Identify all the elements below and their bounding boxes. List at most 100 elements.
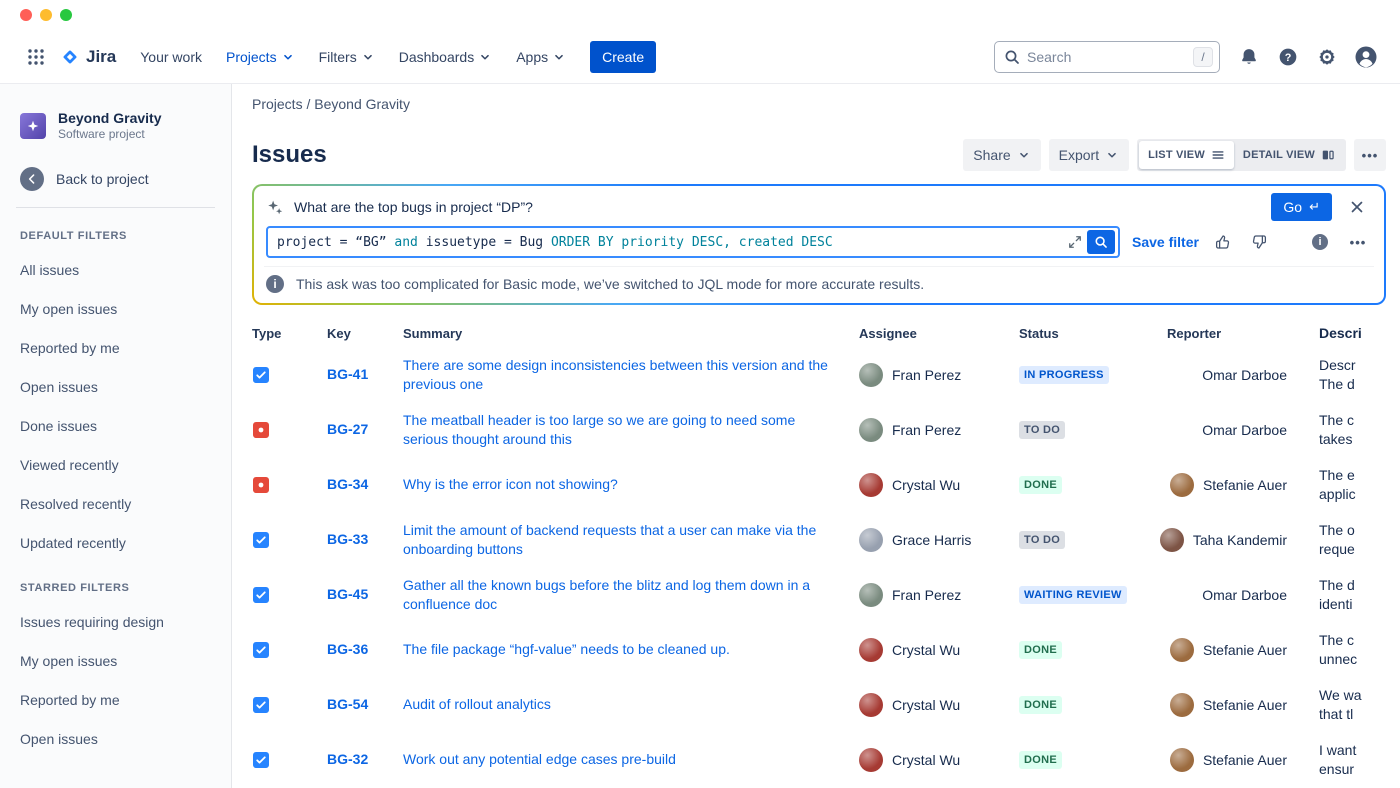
- ai-question-text[interactable]: What are the top bugs in project “DP”?: [294, 199, 1261, 215]
- back-to-project-label: Back to project: [56, 171, 149, 187]
- detail-view-button[interactable]: DETAIL VIEW: [1234, 141, 1344, 169]
- sidebar-item-viewed-recently[interactable]: Viewed recently: [0, 445, 231, 484]
- chevron-down-icon: [281, 50, 295, 64]
- sidebar-item-done-issues[interactable]: Done issues: [0, 406, 231, 445]
- jira-logo-text: Jira: [86, 47, 116, 67]
- issue-key-link[interactable]: BG-34: [327, 476, 368, 492]
- issue-key-link[interactable]: BG-33: [327, 531, 368, 547]
- issue-summary-cell: Limit the amount of backend requests tha…: [403, 521, 859, 559]
- issues-table: TypeKeySummaryAssigneeStatusReporterDesc…: [252, 319, 1386, 787]
- slash-shortcut-badge: /: [1193, 47, 1213, 67]
- issue-type-cell: [252, 477, 327, 493]
- svg-text:?: ?: [1285, 51, 1292, 63]
- help-icon[interactable]: ?: [1272, 41, 1304, 73]
- sidebar-item-open-issues[interactable]: Open issues: [0, 719, 231, 758]
- issue-summary-link[interactable]: There are some design inconsistencies be…: [403, 356, 859, 394]
- jql-search-button[interactable]: [1087, 230, 1115, 254]
- back-to-project-button[interactable]: Back to project: [0, 159, 231, 199]
- return-key-icon: ↵: [1309, 200, 1320, 215]
- nav-item-filters[interactable]: Filters: [309, 43, 385, 71]
- assignee-name: Fran Perez: [892, 422, 961, 438]
- jql-input[interactable]: project = “BG” and issuetype = Bug ORDER…: [266, 226, 1120, 258]
- nav-item-dashboards[interactable]: Dashboards: [389, 43, 503, 71]
- description-line: Descr: [1319, 356, 1386, 375]
- reporter-cell: Stefanie Auer: [1167, 473, 1303, 497]
- issue-key-cell: BG-54: [327, 696, 403, 714]
- minimize-window-button[interactable]: [40, 9, 52, 21]
- status-badge: TO DO: [1019, 531, 1065, 549]
- sidebar-item-all-issues[interactable]: All issues: [0, 250, 231, 289]
- issue-type-cell: [252, 642, 327, 658]
- close-window-button[interactable]: [20, 9, 32, 21]
- nav-item-label: Apps: [516, 49, 548, 65]
- sidebar-item-resolved-recently[interactable]: Resolved recently: [0, 484, 231, 523]
- issue-key-link[interactable]: BG-54: [327, 696, 368, 712]
- issue-summary-link[interactable]: Audit of rollout analytics: [403, 695, 859, 714]
- profile-avatar-icon[interactable]: [1350, 41, 1382, 73]
- sidebar-item-reported-by-me[interactable]: Reported by me: [0, 328, 231, 367]
- issue-key-link[interactable]: BG-41: [327, 366, 368, 382]
- zoom-window-button[interactable]: [60, 9, 72, 21]
- go-button[interactable]: Go ↵: [1271, 193, 1332, 221]
- issue-summary-link[interactable]: Why is the error icon not showing?: [403, 475, 859, 494]
- description-line: I want: [1319, 741, 1386, 760]
- create-button[interactable]: Create: [590, 41, 656, 73]
- issue-key-cell: BG-27: [327, 421, 403, 439]
- issue-summary-link[interactable]: Limit the amount of backend requests tha…: [403, 521, 859, 559]
- jira-logo[interactable]: Jira: [54, 47, 128, 67]
- app-switcher-icon[interactable]: [20, 41, 52, 73]
- jql-info-icon[interactable]: i: [1308, 230, 1332, 254]
- table-row: BG-45 Gather all the known bugs before th…: [252, 567, 1386, 622]
- search-box[interactable]: /: [994, 41, 1220, 73]
- sidebar-item-open-issues[interactable]: Open issues: [0, 367, 231, 406]
- sidebar-item-my-open-issues[interactable]: My open issues: [0, 289, 231, 328]
- reporter-cell: Omar Darboe: [1167, 422, 1303, 438]
- reporter-avatar: [1170, 748, 1194, 772]
- reporter-avatar: [1170, 693, 1194, 717]
- jql-more-button[interactable]: •••: [1344, 230, 1372, 254]
- sidebar-item-reported-by-me[interactable]: Reported by me: [0, 680, 231, 719]
- description-line: The e: [1319, 466, 1386, 485]
- notifications-icon[interactable]: [1233, 41, 1265, 73]
- nav-item-projects[interactable]: Projects: [216, 43, 305, 71]
- jql-row: project = “BG” and issuetype = Bug ORDER…: [264, 224, 1374, 266]
- status-badge: IN PROGRESS: [1019, 366, 1109, 384]
- sidebar-item-issues-requiring-design[interactable]: Issues requiring design: [0, 602, 231, 641]
- nav-item-apps[interactable]: Apps: [506, 43, 576, 71]
- issue-summary-link[interactable]: The meatball header is too large so we a…: [403, 411, 859, 449]
- project-sidebar: Beyond Gravity Software project Back to …: [0, 84, 232, 788]
- issue-summary-link[interactable]: Work out any potential edge cases pre-bu…: [403, 750, 859, 769]
- macos-titlebar: [0, 0, 1400, 30]
- share-button[interactable]: Share: [963, 139, 1040, 171]
- assignee-name: Crystal Wu: [892, 752, 960, 768]
- settings-icon[interactable]: [1311, 41, 1343, 73]
- breadcrumb[interactable]: Projects / Beyond Gravity: [252, 96, 1386, 112]
- search-input[interactable]: [1027, 49, 1186, 65]
- list-view-label: LIST VIEW: [1148, 149, 1205, 161]
- sidebar-item-my-open-issues[interactable]: My open issues: [0, 641, 231, 680]
- export-button[interactable]: Export: [1049, 139, 1129, 171]
- ai-note-text: This ask was too complicated for Basic m…: [296, 276, 924, 292]
- page-toolbar: Share Export LIST VIEW DETAIL VIEW: [963, 139, 1386, 171]
- thumbs-down-button[interactable]: [1247, 230, 1271, 254]
- issue-key-link[interactable]: BG-36: [327, 641, 368, 657]
- page-more-button[interactable]: •••: [1354, 139, 1386, 171]
- description-line: The o: [1319, 521, 1386, 540]
- list-view-button[interactable]: LIST VIEW: [1139, 141, 1234, 169]
- issue-key-link[interactable]: BG-45: [327, 586, 368, 602]
- issue-key-link[interactable]: BG-27: [327, 421, 368, 437]
- reporter-name: Omar Darboe: [1202, 587, 1287, 603]
- thumbs-up-button[interactable]: [1211, 230, 1235, 254]
- issue-key-link[interactable]: BG-32: [327, 751, 368, 767]
- assignee-cell: Crystal Wu: [859, 693, 1019, 717]
- issue-summary-link[interactable]: The file package “hgf-value” needs to be…: [403, 640, 859, 659]
- issue-summary-link[interactable]: Gather all the known bugs before the bli…: [403, 576, 859, 614]
- project-avatar-icon: [20, 113, 46, 139]
- status-badge: DONE: [1019, 751, 1062, 769]
- expand-icon[interactable]: [1063, 230, 1087, 254]
- nav-item-your-work[interactable]: Your work: [130, 43, 212, 71]
- sidebar-item-updated-recently[interactable]: Updated recently: [0, 523, 231, 562]
- save-filter-link[interactable]: Save filter: [1132, 234, 1199, 250]
- chevron-down-icon: [1017, 148, 1031, 162]
- ai-close-button[interactable]: [1342, 192, 1372, 222]
